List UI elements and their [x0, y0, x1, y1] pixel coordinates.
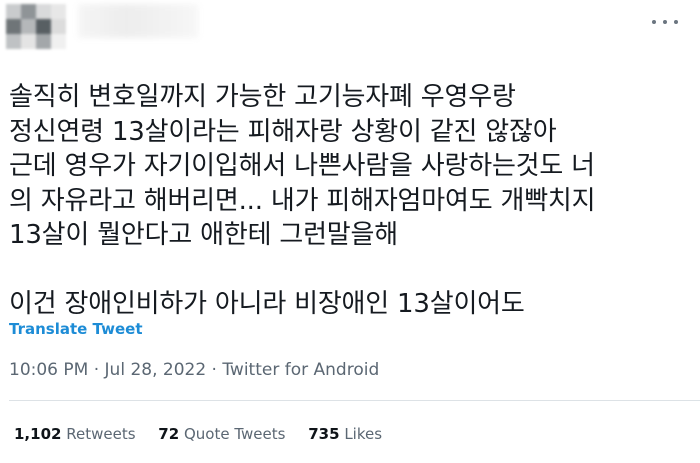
- avatar-pixel: [6, 34, 21, 49]
- quote-tweets-stat[interactable]: 72 Quote Tweets: [158, 425, 285, 443]
- avatar-pixel: [36, 34, 51, 49]
- dot: [663, 20, 667, 24]
- avatar-pixel: [6, 19, 21, 34]
- more-options-icon[interactable]: [652, 16, 678, 28]
- tweet-text-line: 이건 장애인비하가 아니라 비장애인 13살이어도: [9, 289, 525, 319]
- avatar-pixel: [36, 4, 51, 19]
- avatar[interactable]: [6, 4, 66, 49]
- translate-tweet-link[interactable]: Translate Tweet: [9, 320, 143, 338]
- avatar-pixel: [51, 4, 66, 19]
- avatar-pixel: [51, 34, 66, 49]
- tweet-text-line: 정신연령 13살이라는 피해자랑 상황이 같진 않잖아: [9, 116, 557, 147]
- retweets-count: 1,102: [14, 425, 62, 443]
- dot: [674, 20, 678, 24]
- quote-tweets-count: 72: [158, 425, 180, 443]
- tweet-text-line: 13살이 뭘안다고 애한테 그런말을해: [9, 220, 398, 250]
- tweet-text: 솔직히 변호일까지 가능한 고기능자폐 우영우랑 정신연령 13살이라는 피해자…: [9, 80, 689, 322]
- blurred-username: [78, 4, 198, 38]
- tweet-text-line: 근데 영우가 자기이입해서 나쁜사람을 사랑하는것도 너: [9, 151, 595, 181]
- avatar-pixel: [21, 19, 36, 34]
- engagement-stats: 1,102 Retweets 72 Quote Tweets 735 Likes: [14, 425, 400, 443]
- tweet-card: 솔직히 변호일까지 가능한 고기능자폐 우영우랑 정신연령 13살이라는 피해자…: [0, 0, 700, 463]
- divider: [9, 400, 700, 401]
- likes-stat[interactable]: 735 Likes: [308, 425, 382, 443]
- avatar-pixel: [51, 19, 66, 34]
- tweet-timestamp[interactable]: 10:06 PM · Jul 28, 2022 · Twitter for An…: [9, 360, 379, 380]
- tweet-text-line: 의 자유라고 해버리면... 내가 피해자엄마여도 개빡치지: [9, 185, 596, 216]
- quote-tweets-label: Quote Tweets: [183, 425, 286, 443]
- likes-label: Likes: [344, 425, 383, 443]
- avatar-pixel: [6, 4, 21, 19]
- retweets-stat[interactable]: 1,102 Retweets: [14, 425, 136, 443]
- dot: [652, 20, 656, 24]
- tweet-text-line: 솔직히 변호일까지 가능한 고기능자폐 우영우랑: [9, 82, 516, 112]
- likes-count: 735: [308, 425, 340, 443]
- retweets-label: Retweets: [66, 425, 136, 443]
- avatar-pixel: [36, 19, 51, 34]
- avatar-pixel: [21, 4, 36, 19]
- avatar-pixel: [21, 34, 36, 49]
